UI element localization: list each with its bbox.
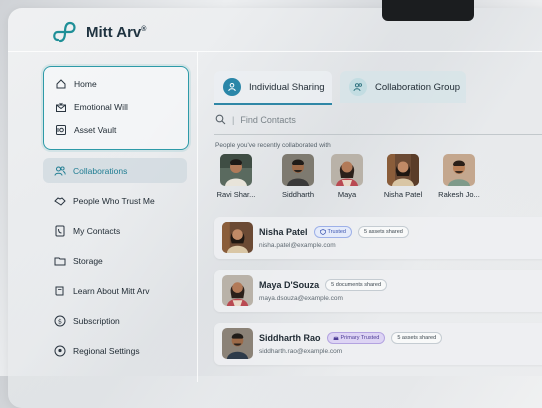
book-icon <box>54 285 66 297</box>
sidebar-item-label: Regional Settings <box>73 346 140 356</box>
documents-badge: 5 documents shared <box>325 279 388 291</box>
person-name: Siddharth <box>281 190 315 199</box>
contact-name: Siddharth Rao <box>259 333 321 343</box>
sidebar-item-label: Emotional Will <box>74 102 128 112</box>
assets-badge: 5 assets shared <box>391 332 443 344</box>
contact-card[interactable]: Nisha Patel Trusted 5 assets shared nish… <box>214 217 542 259</box>
search-icon <box>215 114 226 125</box>
assets-badge: 5 assets shared <box>357 226 409 238</box>
home-icon <box>55 78 67 90</box>
search-bar[interactable]: | Find Contacts <box>215 114 542 125</box>
vault-icon <box>55 124 67 136</box>
location-icon <box>54 345 66 357</box>
avatar <box>331 154 363 186</box>
app-logo[interactable]: Mitt Arv® <box>52 20 146 44</box>
app-name: Mitt Arv® <box>86 23 147 41</box>
contact-name-row: Maya D'Souza 5 documents shared <box>259 279 388 291</box>
sidebar-item-home[interactable]: Home <box>55 78 97 90</box>
avatar <box>282 154 314 186</box>
contact-email: maya.dsouza@example.com <box>259 295 343 302</box>
avatar <box>222 275 253 306</box>
trusted-badge: Trusted <box>313 226 352 238</box>
person-name: Maya <box>337 190 357 199</box>
handshake-icon <box>54 195 66 207</box>
tab-label: Collaboration Group <box>375 81 461 93</box>
crown-icon <box>333 336 339 340</box>
sidebar-item-label: People Who Trust Me <box>73 196 155 206</box>
avatar <box>387 154 419 186</box>
avatar <box>222 222 253 253</box>
badge-label: Trusted <box>327 229 346 235</box>
sidebar-item-emotional-will[interactable]: Emotional Will <box>55 101 128 113</box>
sidebar-item-label: Home <box>74 79 97 89</box>
avatar <box>222 328 253 359</box>
people-icon <box>54 165 66 177</box>
camera-notch <box>382 0 474 21</box>
sidebar-item-learn-about[interactable]: Learn About Mitt Arv <box>54 285 150 297</box>
svg-text:$: $ <box>58 317 62 325</box>
contact-name-row: Siddharth Rao Primary Trusted 5 assets s… <box>259 332 443 344</box>
tab-individual-sharing[interactable]: Individual Sharing <box>214 71 332 105</box>
search-input[interactable]: Find Contacts <box>240 115 296 125</box>
recent-person[interactable]: Ravi Shar... <box>213 154 259 199</box>
sidebar-item-label: Subscription <box>73 316 120 326</box>
sidebar-divider <box>197 52 198 382</box>
tab-collaboration-group[interactable]: Collaboration Group <box>340 71 466 103</box>
sidebar-item-asset-vault[interactable]: Asset Vault <box>55 124 116 136</box>
header-divider <box>8 51 542 52</box>
contact-name: Nisha Patel <box>259 227 308 237</box>
dollar-icon: $ <box>54 315 66 327</box>
person-name: Nisha Patel <box>383 190 423 199</box>
sidebar-item-people-who-trust-me[interactable]: People Who Trust Me <box>54 195 155 207</box>
infinity-logo-icon <box>53 21 76 43</box>
sidebar-item-label: Asset Vault <box>74 125 117 135</box>
sidebar-item-collaborations[interactable]: Collaborations <box>54 165 127 177</box>
sidebar-item-subscription[interactable]: $ Subscription <box>54 315 120 327</box>
person-name: Rakesh Jo... <box>438 190 480 199</box>
phone-book-icon <box>54 225 66 237</box>
contact-email: siddharth.rao@example.com <box>259 348 343 355</box>
recent-person[interactable]: Maya <box>324 154 370 199</box>
contact-name: Maya D'Souza <box>259 280 320 290</box>
contact-card[interactable]: Maya D'Souza 5 documents shared maya.dso… <box>214 270 542 312</box>
recent-person[interactable]: Rakesh Jo... <box>436 154 482 199</box>
contact-card[interactable]: Siddharth Rao Primary Trusted 5 assets s… <box>214 323 542 365</box>
recent-person[interactable]: Nisha Patel <box>380 154 426 199</box>
recent-person[interactable]: Siddharth <box>275 154 321 199</box>
contact-name-row: Nisha Patel Trusted 5 assets shared <box>259 226 409 238</box>
avatar <box>443 154 475 186</box>
folder-icon <box>54 255 66 267</box>
sidebar-item-label: Collaborations <box>73 166 128 176</box>
tab-label: Individual Sharing <box>249 81 325 93</box>
sidebar-item-my-contacts[interactable]: My Contacts <box>54 225 120 237</box>
avatar <box>220 154 252 186</box>
sidebar-item-label: My Contacts <box>73 226 121 236</box>
primary-trusted-badge: Primary Trusted <box>326 332 386 344</box>
sidebar-item-label: Learn About Mitt Arv <box>73 286 150 296</box>
heart-mail-icon <box>55 101 67 113</box>
group-icon <box>349 78 367 96</box>
badge-label: Primary Trusted <box>340 335 380 341</box>
person-icon <box>223 78 241 96</box>
recent-collaborators-label: People you've recently collaborated with <box>215 142 331 149</box>
person-name: Ravi Shar... <box>216 190 256 199</box>
sidebar-item-storage[interactable]: Storage <box>54 255 103 267</box>
sidebar-item-label: Storage <box>73 256 103 266</box>
shield-icon <box>319 229 326 235</box>
search-underline <box>214 134 542 135</box>
sidebar-item-regional-settings[interactable]: Regional Settings <box>54 345 140 357</box>
contact-email: nisha.patel@example.com <box>259 242 336 249</box>
